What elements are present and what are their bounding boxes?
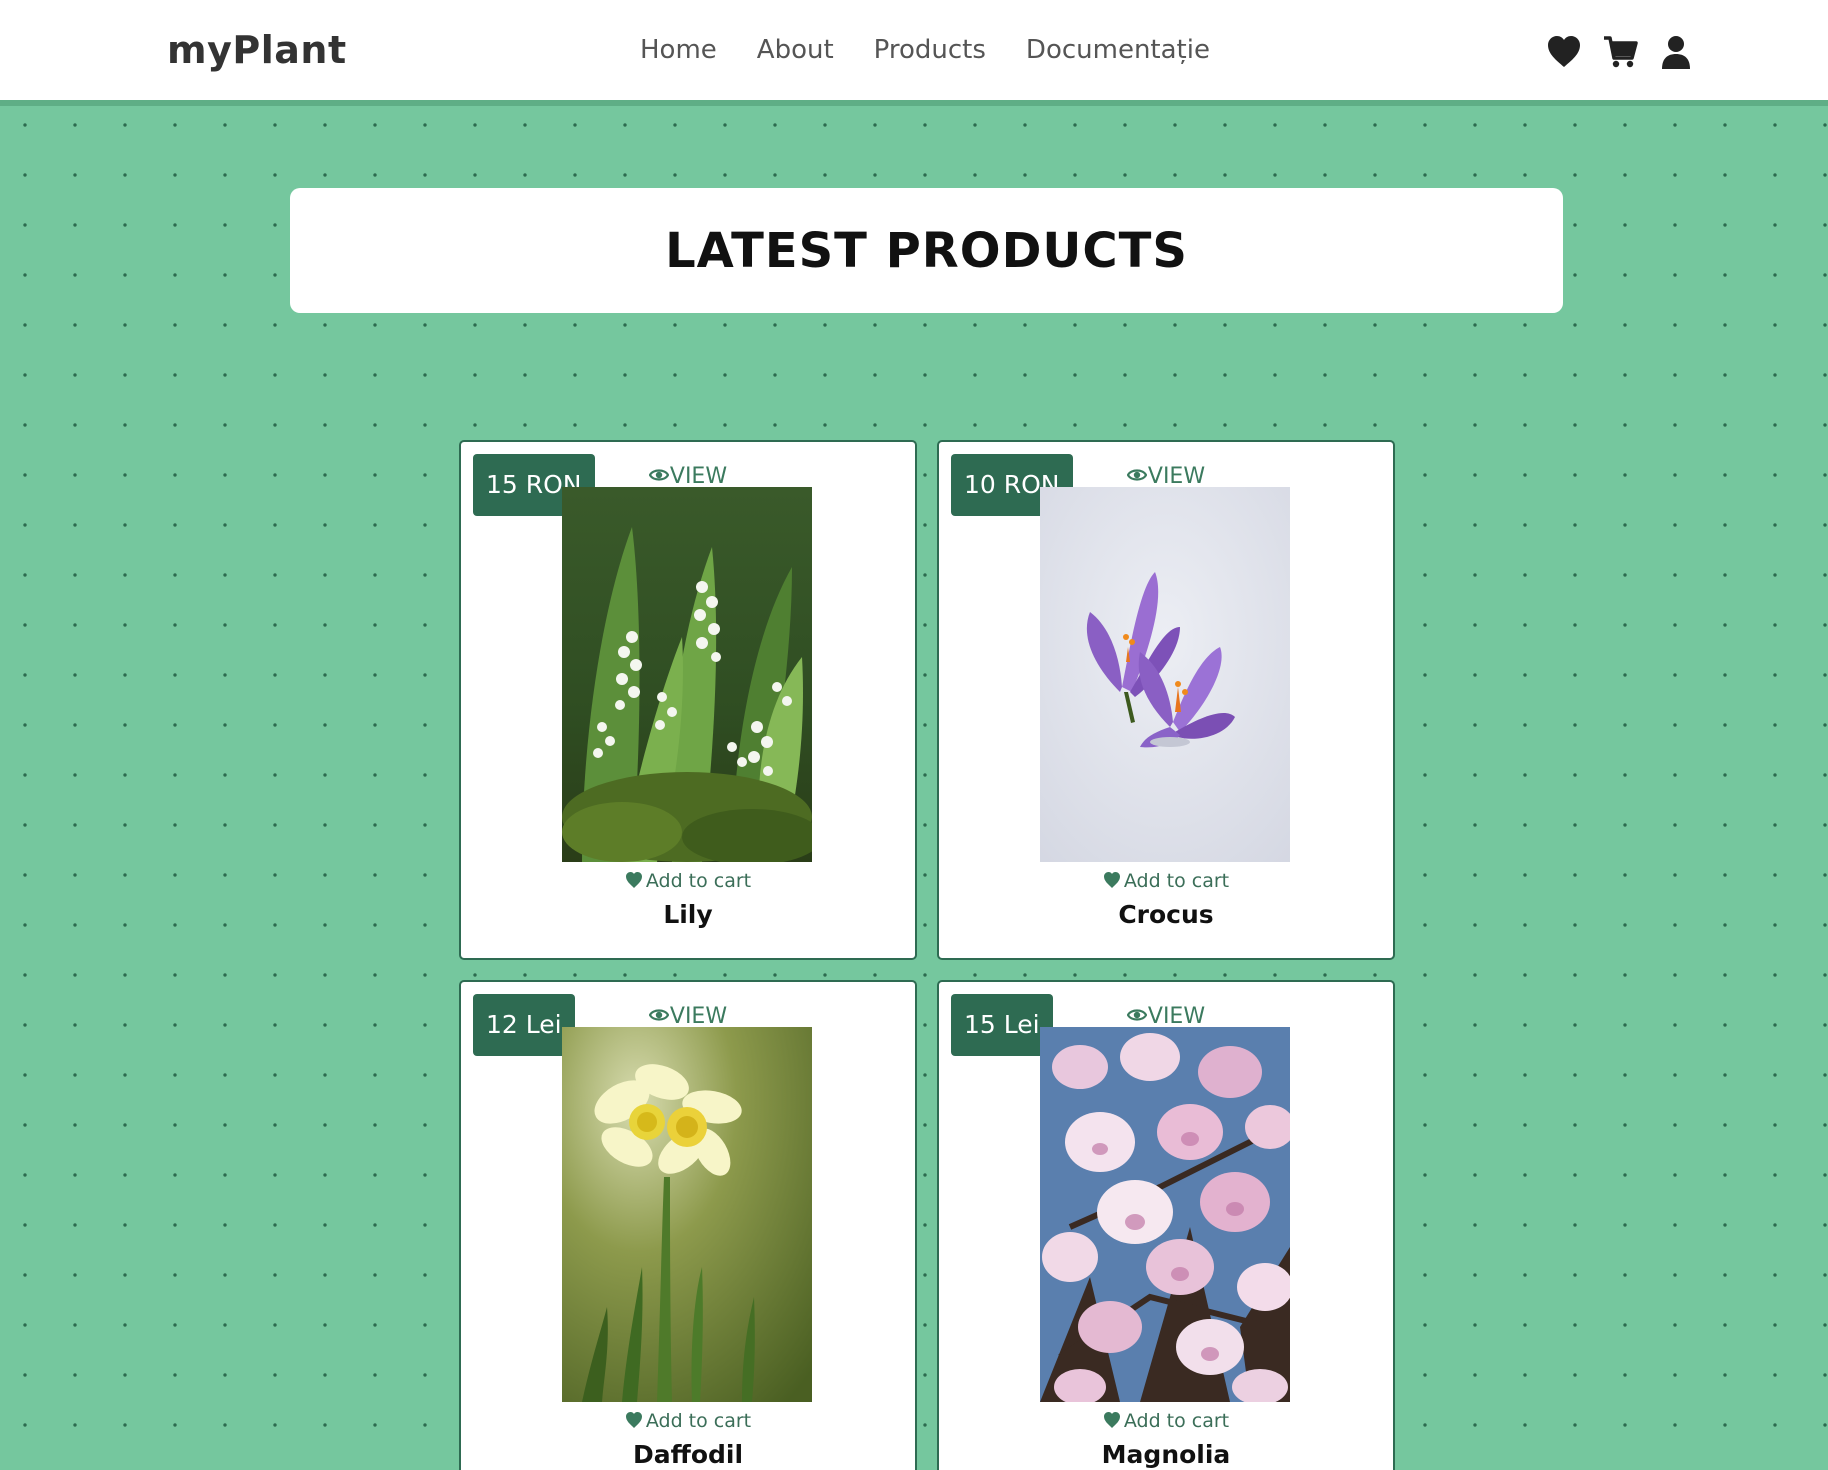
view-link[interactable]: VIEW	[461, 1004, 915, 1029]
product-image-crocus[interactable]	[1040, 487, 1290, 862]
product-card: 12 Lei VIEW Add to cart Daffodil	[459, 980, 917, 1470]
view-link[interactable]: VIEW	[939, 464, 1393, 489]
nav-link-products[interactable]: Products	[874, 35, 986, 65]
product-image-magnolia[interactable]	[1040, 1027, 1290, 1402]
nav-link-documentatie[interactable]: Documentație	[1026, 35, 1210, 65]
add-to-cart-label: Add to cart	[1123, 870, 1230, 892]
product-card: 15 Lei VIEW Add to cart Magnolia	[937, 980, 1395, 1470]
view-label: VIEW	[1147, 464, 1206, 489]
cart-icon[interactable]	[1602, 34, 1638, 70]
add-to-cart-label: Add to cart	[645, 1410, 752, 1432]
eye-icon	[1126, 1005, 1148, 1025]
add-to-cart-button[interactable]: Add to cart	[461, 870, 915, 892]
view-link[interactable]: VIEW	[461, 464, 915, 489]
heart-icon	[1103, 1411, 1121, 1429]
brand-logo[interactable]: myPlant	[167, 28, 347, 72]
heart-icon	[625, 871, 643, 889]
nav-icons	[1546, 34, 1694, 70]
view-label: VIEW	[669, 1004, 728, 1029]
add-to-cart-button[interactable]: Add to cart	[939, 1410, 1393, 1432]
view-link[interactable]: VIEW	[939, 1004, 1393, 1029]
product-name: Crocus	[1118, 900, 1214, 929]
view-label: VIEW	[1147, 1004, 1206, 1029]
product-name: Magnolia	[1101, 1440, 1231, 1469]
page-title: LATEST PRODUCTS	[665, 222, 1188, 279]
product-card: 10 RON VIEW Add to cart Crocus	[937, 440, 1395, 960]
add-to-cart-button[interactable]: Add to cart	[939, 870, 1393, 892]
add-to-cart-label: Add to cart	[1123, 1410, 1230, 1432]
nav-links: Home About Products Documentație	[640, 35, 1210, 65]
product-name: Lily	[663, 900, 713, 929]
eye-icon	[648, 465, 670, 485]
view-label: VIEW	[669, 464, 728, 489]
latest-products-banner: LATEST PRODUCTS	[290, 188, 1563, 313]
heart-icon[interactable]	[1546, 34, 1582, 70]
product-image-daffodil[interactable]	[562, 1027, 812, 1402]
add-to-cart-label: Add to cart	[645, 870, 752, 892]
heart-icon	[1103, 871, 1121, 889]
product-card: 15 RON VIEW Add to cart Lily	[459, 440, 917, 960]
navbar: myPlant Home About Products Documentație	[0, 0, 1828, 106]
eye-icon	[1126, 465, 1148, 485]
add-to-cart-button[interactable]: Add to cart	[461, 1410, 915, 1432]
user-icon[interactable]	[1658, 34, 1694, 70]
product-name: Daffodil	[632, 1440, 744, 1469]
eye-icon	[648, 1005, 670, 1025]
heart-icon	[625, 1411, 643, 1429]
nav-link-about[interactable]: About	[757, 35, 834, 65]
product-image-lily[interactable]	[562, 487, 812, 862]
nav-link-home[interactable]: Home	[640, 35, 717, 65]
